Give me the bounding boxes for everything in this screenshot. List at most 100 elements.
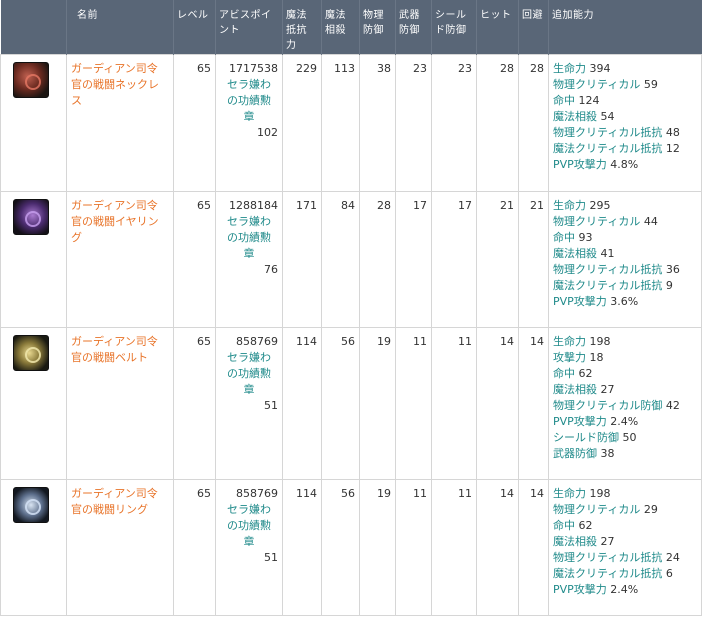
abyss-points-cell: 858769 セラ嫌わ の功績勲章 51 [215,478,283,616]
column-header-weapon-defense[interactable]: 武器 防御 [395,0,432,54]
evasion-value: 14 [518,326,549,480]
ability-item: PVP攻撃力 3.6% [553,294,639,308]
magic-resist-value: 171 [282,190,322,328]
ability-item: 魔法相殺 41 [553,246,615,260]
physical-defense-value: 38 [359,53,396,192]
ability-item: 武器防御 38 [553,446,615,460]
purple-earring-icon[interactable] [13,198,49,235]
column-header-physical-defense[interactable]: 物理 防御 [359,0,396,54]
ability-item: 物理クリティカル 59 [553,77,658,91]
ability-item: 魔法クリティカル抵抗 12 [553,141,680,155]
column-header-icon [0,0,67,54]
item-level: 65 [173,190,216,328]
column-header-magic-cancel[interactable]: 魔法 相殺 [321,0,360,54]
gold-belt-icon[interactable] [13,334,49,371]
abyss-points-value: 1288184 [229,198,278,212]
column-header-magic-resist[interactable]: 魔法 抵抗力 [282,0,322,54]
ability-item: 命中 62 [553,518,593,532]
item-level: 65 [173,326,216,480]
weapon-defense-value: 11 [395,478,432,616]
shield-defense-value: 17 [431,190,477,328]
ability-item: 生命力 295 [553,198,611,212]
item-stats-table: 名前 レベル アビスポイ ント 魔法 抵抗力 魔法 相殺 物理 防御 武器 防御 シールド… [0,0,702,616]
shield-defense-value: 11 [431,478,477,616]
ability-item: シールド防御 50 [553,430,637,444]
ability-item: 生命力 198 [553,486,611,500]
item-name[interactable]: ガーディアン司令 官の戦闘イヤリング [66,190,174,328]
abyss-points-cell: 1717538 セラ嫌わ の功績勲章 102 [215,53,283,192]
abyss-points-value: 1717538 [229,61,278,75]
abilities-list: 生命力 198 攻撃力 18 命中 62 魔法相殺 27 物理クリティカル防御 … [548,326,702,480]
ability-item: PVP攻撃力 2.4% [553,582,639,596]
icon-cell [0,190,67,328]
ability-item: 魔法相殺 54 [553,109,615,123]
medal-link[interactable]: セラ嫌わ の功績勲章 [220,350,278,398]
column-header-hit[interactable]: ヒット [476,0,519,54]
item-level: 65 [173,478,216,616]
abilities-list: 生命力 394 物理クリティカル 59 命中 124 魔法相殺 54 物理クリテ… [548,53,702,192]
ability-item: 生命力 198 [553,334,611,348]
column-header-level[interactable]: レベル [173,0,216,54]
medal-count: 51 [264,398,278,412]
abyss-points-cell: 858769 セラ嫌わ の功績勲章 51 [215,326,283,480]
table-header-row: 名前 レベル アビスポイ ント 魔法 抵抗力 魔法 相殺 物理 防御 武器 防御 シールド… [0,0,702,54]
ability-item: 命中 62 [553,366,593,380]
icon-cell [0,53,67,192]
magic-resist-value: 229 [282,53,322,192]
table-row: ガーディアン司令 官の戦闘リング 65 858769 セラ嫌わ の功績勲章 51 1… [0,478,702,616]
table-row: ガーディアン司令 官の戦闘イヤリング 65 1288184 セラ嫌わ の功績勲章 7… [0,190,702,328]
shield-defense-value: 11 [431,326,477,480]
medal-link[interactable]: セラ嫌わ の功績勲章 [220,77,278,125]
medal-link[interactable]: セラ嫌わ の功績勲章 [220,214,278,262]
medal-link[interactable]: セラ嫌わ の功績勲章 [220,502,278,550]
ability-item: 物理クリティカル抵抗 48 [553,125,680,139]
ability-item: 生命力 394 [553,61,611,75]
evasion-value: 14 [518,478,549,616]
column-header-additional-abilities: 追加能力 [548,0,702,54]
ability-item: 物理クリティカル抵抗 24 [553,550,680,564]
table-row: ガーディアン司令 官の戦闘ネックレス 65 1717538 セラ嫌わ の功績勲章 1… [0,53,702,192]
abyss-points-value: 858769 [236,334,278,348]
medal-count: 51 [264,550,278,564]
abyss-points-value: 858769 [236,486,278,500]
silver-ring-icon[interactable] [13,486,49,523]
column-header-shield-defense[interactable]: シール ド防御 [431,0,477,54]
magic-cancel-value: 56 [321,326,360,480]
ability-item: 魔法クリティカル抵抗 6 [553,566,673,580]
ability-item: 攻撃力 18 [553,350,604,364]
physical-defense-value: 19 [359,326,396,480]
ability-item: 物理クリティカル 29 [553,502,658,516]
magic-cancel-value: 113 [321,53,360,192]
item-name[interactable]: ガーディアン司令 官の戦闘ベルト [66,326,174,480]
ability-item: 魔法クリティカル抵抗 9 [553,278,673,292]
abilities-list: 生命力 198 物理クリティカル 29 命中 62 魔法相殺 27 物理クリティ… [548,478,702,616]
ability-item: PVP攻撃力 4.8% [553,157,639,171]
medal-count: 102 [257,125,278,139]
magic-cancel-value: 84 [321,190,360,328]
ability-item: 魔法相殺 27 [553,534,615,548]
weapon-defense-value: 23 [395,53,432,192]
ruby-necklace-icon[interactable] [13,61,49,98]
medal-count: 76 [264,262,278,276]
hit-value: 14 [476,478,519,616]
magic-cancel-value: 56 [321,478,360,616]
item-name[interactable]: ガーディアン司令 官の戦闘リング [66,478,174,616]
ability-item: 魔法相殺 27 [553,382,615,396]
column-header-evasion[interactable]: 回避 [518,0,549,54]
ability-item: 命中 93 [553,230,593,244]
ability-item: PVP攻撃力 2.4% [553,414,639,428]
magic-resist-value: 114 [282,478,322,616]
abyss-points-cell: 1288184 セラ嫌わ の功績勲章 76 [215,190,283,328]
evasion-value: 28 [518,53,549,192]
weapon-defense-value: 11 [395,326,432,480]
physical-defense-value: 28 [359,190,396,328]
hit-value: 14 [476,326,519,480]
column-header-name[interactable]: 名前 [66,0,174,54]
physical-defense-value: 19 [359,478,396,616]
evasion-value: 21 [518,190,549,328]
icon-cell [0,326,67,480]
item-name[interactable]: ガーディアン司令 官の戦闘ネックレス [66,53,174,192]
ability-item: 命中 124 [553,93,600,107]
icon-cell [0,478,67,616]
column-header-abyss-points[interactable]: アビスポイ ント [215,0,283,54]
